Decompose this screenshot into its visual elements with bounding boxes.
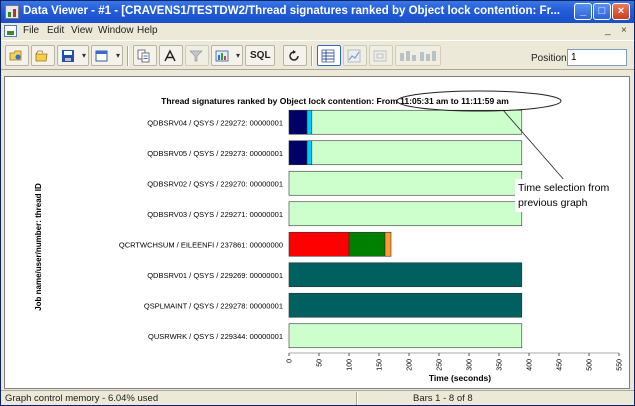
menu-file[interactable]: File	[23, 25, 39, 36]
window-icon	[95, 50, 108, 62]
dropdown-arrow-icon[interactable]: ▾	[116, 51, 120, 60]
bar-segment[interactable]	[306, 140, 313, 166]
maximize-button[interactable]: □	[593, 3, 611, 20]
sql-button[interactable]: SQL	[245, 45, 275, 66]
filter-button[interactable]	[185, 45, 209, 66]
font-icon	[164, 49, 176, 62]
copy-button[interactable]	[133, 45, 157, 66]
toolbar-separator	[311, 46, 313, 66]
status-memory: Graph control memory - 6.04% used	[5, 393, 159, 404]
menu-view[interactable]: View	[71, 25, 93, 36]
window-title: Data Viewer - #1 - [CRAVENS1/TESTDW2/Thr…	[23, 5, 561, 17]
bar-segment[interactable]	[288, 323, 523, 349]
x-tick-label: 350	[497, 359, 504, 371]
graph-panel[interactable]: Thread signatures ranked by Object lock …	[4, 76, 630, 389]
font-button[interactable]	[159, 45, 183, 66]
bar-segment[interactable]	[384, 231, 392, 257]
bar-segment[interactable]	[288, 231, 350, 257]
dropdown-arrow-icon[interactable]: ▾	[236, 51, 240, 60]
menu-help[interactable]: Help	[137, 25, 158, 36]
y-tick-label: QCRTWCHSUM / EILEENFI / 237861: 00000000	[119, 240, 283, 249]
x-tick-label: 550	[617, 359, 624, 371]
copy-icon	[137, 49, 150, 63]
y-tick-label: QDBSRV05 / QSYS / 229273: 00000001	[147, 149, 283, 158]
refresh-icon	[289, 50, 299, 61]
bar-segment[interactable]	[288, 170, 523, 196]
save-button[interactable]: ▾	[57, 45, 89, 66]
zoom-button[interactable]	[369, 45, 393, 66]
x-tick-label: 400	[527, 359, 534, 371]
dropdown-arrow-icon[interactable]: ▾	[82, 51, 86, 60]
menu-edit[interactable]: Edit	[47, 25, 64, 36]
position-label: Position	[531, 53, 567, 64]
bar-segment[interactable]	[348, 231, 386, 257]
bar-segment[interactable]	[288, 140, 308, 166]
filter-icon	[189, 50, 203, 62]
menu-bar: File Edit View Window Help _ ×	[1, 23, 634, 40]
open-file-icon	[35, 50, 48, 62]
view-icon	[215, 50, 229, 62]
bar-segment[interactable]	[311, 140, 523, 166]
callout-text-line2: previous graph	[518, 197, 588, 209]
y-axis-label: Job name/user/number: thread ID	[34, 183, 43, 311]
line-graph-button[interactable]	[343, 45, 367, 66]
zoom-icon	[373, 50, 387, 62]
thread-signatures-chart[interactable]: Thread signatures ranked by Object lock …	[5, 77, 629, 388]
chart-title: Thread signatures ranked by Object lock …	[161, 96, 509, 106]
x-tick-label: 200	[407, 359, 414, 371]
y-tick-label: QDBSRV02 / QSYS / 229270: 00000001	[147, 179, 283, 188]
close-button[interactable]: ×	[612, 3, 630, 20]
y-tick-label: QSPLMAINT / QSYS / 229278: 00000001	[144, 301, 283, 310]
x-tick-label: 450	[557, 359, 564, 371]
bar-segment[interactable]	[311, 109, 523, 135]
minimize-button[interactable]: _	[574, 3, 592, 20]
open-folder-button[interactable]	[5, 45, 29, 66]
view-button[interactable]: ▾	[211, 45, 243, 66]
bar-graph-icon	[400, 51, 436, 61]
bar-segment[interactable]	[288, 292, 523, 318]
window-button[interactable]: ▾	[91, 45, 123, 66]
title-bar[interactable]: Data Viewer - #1 - [CRAVENS1/TESTDW2/Thr…	[1, 1, 634, 23]
data-viewer-window: Data Viewer - #1 - [CRAVENS1/TESTDW2/Thr…	[0, 0, 635, 406]
y-tick-label: QDBSRV01 / QSYS / 229269: 00000001	[147, 271, 283, 280]
x-tick-label: 250	[437, 359, 444, 371]
document-icon[interactable]	[4, 25, 17, 37]
x-tick-label: 100	[347, 359, 354, 371]
bar-segment[interactable]	[288, 109, 308, 135]
mdi-minimize-button[interactable]: _	[605, 25, 611, 36]
toolbar-separator	[127, 46, 129, 66]
bar-segment[interactable]	[288, 262, 523, 288]
status-bars-count: Bars 1 - 8 of 8	[413, 393, 473, 404]
table-view-button[interactable]	[317, 45, 341, 66]
y-tick-label: QDBSRV04 / QSYS / 229272: 00000001	[147, 118, 283, 127]
open-folder-icon	[9, 50, 22, 61]
sql-icon: SQL	[250, 50, 271, 61]
open-file-button[interactable]	[31, 45, 55, 66]
bar-segment[interactable]	[306, 109, 313, 135]
x-tick-label: 300	[467, 359, 474, 371]
x-tick-label: 150	[377, 359, 384, 371]
save-icon	[62, 50, 74, 62]
x-tick-label: 50	[317, 359, 324, 367]
menu-window[interactable]: Window	[98, 25, 134, 36]
y-tick-label: QUSRWRK / QSYS / 229344: 00000001	[148, 332, 283, 341]
bar-segment[interactable]	[288, 201, 523, 227]
refresh-button[interactable]	[283, 45, 307, 66]
bar-graph-button[interactable]	[395, 45, 441, 66]
x-tick-label: 500	[587, 359, 594, 371]
toolbar: ▾ ▾ ▾ SQL Position 1	[1, 40, 634, 70]
table-view-icon	[321, 49, 335, 63]
callout-text-line1: Time selection from	[518, 182, 609, 194]
x-axis-label: Time (seconds)	[429, 373, 491, 383]
y-tick-label: QDBSRV03 / QSYS / 229271: 00000001	[147, 210, 283, 219]
data-viewer-app-icon[interactable]	[5, 5, 19, 19]
mdi-close-button[interactable]: ×	[621, 25, 627, 36]
line-graph-icon	[347, 49, 361, 63]
position-input[interactable]	[567, 49, 627, 66]
x-tick-label: 0	[287, 359, 294, 363]
status-bar: Graph control memory - 6.04% used Bars 1…	[1, 390, 634, 405]
status-divider	[356, 392, 358, 405]
